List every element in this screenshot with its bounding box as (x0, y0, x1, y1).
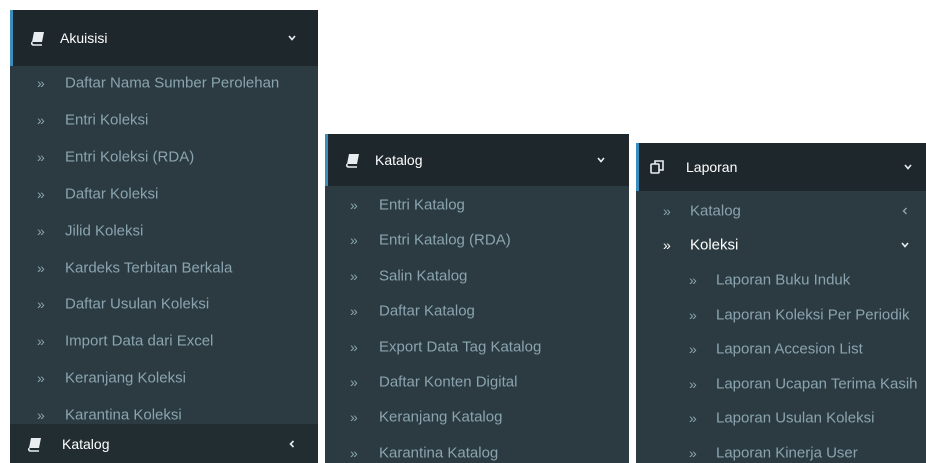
double-chevron-icon: » (37, 333, 45, 350)
submenu-item-label: Daftar Koleksi (65, 185, 159, 203)
submenu-item[interactable]: » Daftar Nama Sumber Perolehan (10, 65, 318, 101)
chevron-left-icon (902, 207, 907, 215)
sidebar-panel-laporan: Laporan » Katalog » Koleksi » Laporan Buk… (636, 143, 926, 463)
chevron-down-icon (901, 242, 909, 248)
double-chevron-icon: » (350, 374, 358, 390)
submenu-item[interactable]: » Import Data dari Excel (10, 323, 318, 359)
chevron-left-icon (289, 439, 295, 448)
chevron-down-icon (288, 35, 296, 41)
double-chevron-icon: » (350, 303, 358, 320)
submenu-item[interactable]: » Entri Koleksi (RDA) (10, 139, 318, 175)
double-chevron-icon: » (37, 407, 45, 424)
submenu-item[interactable]: » Laporan Kinerja User (636, 435, 926, 463)
chevron-down-icon (597, 157, 605, 163)
double-chevron-icon: » (689, 410, 697, 426)
menu-header-laporan[interactable]: Laporan (636, 143, 926, 191)
submenu-item-label: Jilid Koleksi (65, 222, 144, 240)
submenu-item[interactable]: » Jilid Koleksi (10, 213, 318, 249)
double-chevron-icon: » (37, 370, 45, 387)
double-chevron-icon: » (37, 259, 45, 276)
submenu-item[interactable]: » Entri Katalog (325, 187, 629, 223)
submenu-item-label: Daftar Konten Digital (379, 373, 518, 391)
double-chevron-icon: » (37, 75, 45, 91)
double-chevron-icon: » (663, 237, 671, 253)
double-chevron-icon: » (689, 272, 697, 288)
submenu-item-label: Daftar Usulan Koleksi (65, 295, 210, 313)
double-chevron-icon: » (350, 267, 358, 284)
submenu-item-label: Import Data dari Excel (65, 332, 214, 350)
menu-header-katalog[interactable]: Katalog (10, 424, 318, 463)
chevron-down-icon (904, 164, 912, 170)
submenu-item[interactable]: » Laporan Ucapan Terima Kasih (636, 366, 926, 402)
double-chevron-icon: » (689, 306, 697, 323)
sidebar-panel-katalog: Katalog » Entri Katalog » Entri Katalog (RD… (325, 134, 629, 463)
double-chevron-icon: » (37, 148, 45, 165)
double-chevron-icon: » (689, 444, 697, 461)
submenu-item-label: Entri Koleksi (RDA) (65, 148, 195, 166)
double-chevron-icon: » (350, 232, 358, 249)
submenu-item-label: Katalog (690, 202, 741, 220)
submenu-item-label: Keranjang Koleksi (65, 369, 186, 387)
double-chevron-icon: » (37, 185, 45, 202)
submenu-item-label: Salin Katalog (379, 267, 468, 285)
submenu-item[interactable]: » Kardeks Terbitan Berkala (10, 250, 318, 286)
copy-icon (650, 160, 664, 174)
submenu-item[interactable]: » Daftar Katalog (325, 293, 629, 329)
double-chevron-icon: » (350, 409, 358, 426)
submenu-item-label: Export Data Tag Katalog (379, 338, 542, 356)
menu-header-katalog[interactable]: Katalog (325, 134, 629, 186)
submenu-item[interactable]: » Keranjang Koleksi (10, 360, 318, 396)
double-chevron-icon: » (37, 296, 45, 313)
sidebar-panel-akuisisi: Akuisisi » Daftar Nama Sumber Perolehan » E… (10, 10, 318, 463)
submenu-item[interactable]: » Laporan Usulan Koleksi (636, 400, 926, 436)
book-icon (27, 437, 41, 452)
submenu-item[interactable]: » Laporan Buku Induk (636, 262, 926, 298)
menu-header-label: Katalog (375, 152, 423, 168)
submenu-item[interactable]: » Karantina Katalog (325, 435, 629, 463)
submenu-item[interactable]: » Daftar Usulan Koleksi (10, 286, 318, 322)
double-chevron-icon: » (350, 338, 358, 355)
submenu-item-label: Karantina Katalog (379, 444, 499, 462)
submenu-item[interactable]: » Export Data Tag Katalog (325, 329, 629, 365)
submenu-item-label: Karantina Koleksi (65, 406, 182, 424)
book-icon (30, 32, 44, 46)
menu-header-label: Akuisisi (60, 30, 108, 46)
submenu-item[interactable]: » Laporan Koleksi Per Periodik (636, 297, 926, 333)
double-chevron-icon: » (663, 203, 671, 219)
double-chevron-icon: » (689, 341, 697, 357)
submenu-item[interactable]: » Salin Katalog (325, 258, 629, 294)
submenu-item-label: Laporan Ucapan Terima Kasih (716, 375, 918, 392)
menu-header-label: Laporan (686, 159, 738, 175)
submenu-item[interactable]: » Laporan Accesion List (636, 331, 926, 367)
menu-header-label: Katalog (62, 435, 110, 452)
submenu-item-label: Laporan Usulan Koleksi (716, 409, 875, 427)
menu-header-akuisisi[interactable]: Akuisisi (10, 10, 318, 66)
submenu-item-label: Daftar Nama Sumber Perolehan (65, 74, 280, 92)
double-chevron-icon: » (689, 375, 697, 392)
double-chevron-icon: » (37, 222, 45, 239)
submenu-item-label: Laporan Buku Induk (716, 271, 851, 289)
double-chevron-icon: » (350, 197, 358, 213)
submenu-item-koleksi[interactable]: » Koleksi (636, 228, 926, 262)
submenu-item[interactable]: » Entri Koleksi (10, 102, 318, 138)
double-chevron-icon: » (350, 444, 358, 461)
submenu-item-label: Entri Katalog (379, 196, 465, 214)
submenu-item-label: Laporan Koleksi Per Periodik (716, 306, 910, 323)
double-chevron-icon: » (37, 111, 45, 128)
submenu-item-label: Keranjang Katalog (379, 408, 503, 426)
submenu-item-label: Entri Katalog (RDA) (379, 231, 511, 249)
submenu-item[interactable]: » Daftar Koleksi (10, 176, 318, 212)
submenu-item[interactable]: » Keranjang Katalog (325, 399, 629, 435)
submenu-item-label: Laporan Accesion List (716, 340, 863, 358)
submenu-item[interactable]: » Entri Katalog (RDA) (325, 222, 629, 258)
submenu-item-label: Laporan Kinerja User (716, 444, 858, 461)
submenu-item-katalog[interactable]: » Katalog (636, 194, 926, 228)
submenu-item-label: Kardeks Terbitan Berkala (65, 259, 233, 276)
submenu-item-label: Entri Koleksi (65, 111, 149, 129)
submenu-item-label: Daftar Katalog (379, 302, 475, 320)
book-icon (345, 154, 359, 168)
submenu-item[interactable]: » Daftar Konten Digital (325, 364, 629, 400)
submenu-item-label: Koleksi (690, 236, 739, 254)
